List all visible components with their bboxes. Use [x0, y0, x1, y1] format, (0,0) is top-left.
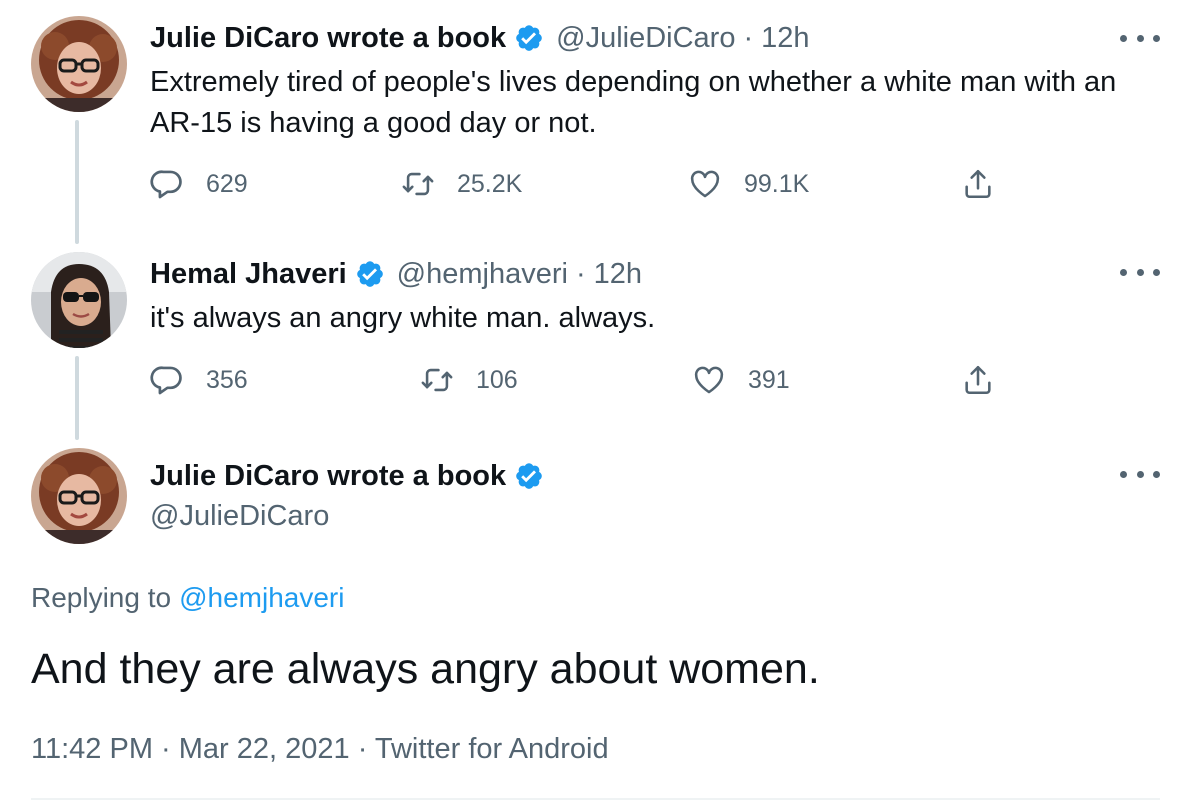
display-name[interactable]: Julie DiCaro wrote a book [150, 460, 506, 493]
tweet-text: Extremely tired of people's lives depend… [150, 66, 1117, 139]
reply-icon [150, 366, 182, 395]
avatar-julie[interactable] [31, 16, 127, 112]
retweet-button[interactable]: 25.2K [401, 167, 522, 201]
replying-label: Replying to [31, 582, 172, 613]
thread-line [75, 120, 79, 244]
verified-badge-icon [514, 461, 544, 491]
thread-line [75, 356, 79, 440]
separator: · [743, 21, 754, 54]
timestamp[interactable]: 12h [761, 22, 809, 55]
share-button[interactable] [961, 363, 995, 397]
heart-icon [690, 170, 720, 198]
retweet-count: 25.2K [457, 169, 523, 198]
more-icon[interactable] [1120, 266, 1160, 278]
retweet-count: 106 [476, 365, 518, 394]
tweet-header: Julie DiCaro wrote a book @JulieDiCaro ·… [150, 20, 810, 56]
display-name[interactable]: Julie DiCaro wrote a book [150, 22, 506, 55]
handle[interactable]: @JulieDiCaro [556, 22, 735, 55]
verified-badge-icon [514, 23, 544, 53]
avatar-hemal[interactable] [31, 252, 127, 348]
share-icon [965, 169, 991, 199]
main-tweet-text: And they are always angry about women. [31, 645, 820, 693]
avatar-julie[interactable] [31, 448, 127, 544]
verified-badge-icon [355, 259, 385, 289]
replying-handle-link[interactable]: @hemjhaveri [179, 582, 344, 614]
like-button[interactable]: 99.1K [688, 167, 809, 201]
retweet-button[interactable]: 106 [420, 363, 518, 397]
retweet-icon [402, 172, 434, 196]
main-tweet-handle-row: @JulieDiCaro [150, 498, 329, 534]
timestamp[interactable]: 12h [594, 258, 642, 291]
handle[interactable]: @hemjhaveri [397, 258, 568, 291]
reply-count: 356 [206, 365, 248, 394]
tweet-text: it's always an angry white man. always. [150, 302, 656, 334]
main-tweet-header: Julie DiCaro wrote a book [150, 458, 544, 494]
display-name[interactable]: Hemal Jhaveri [150, 258, 347, 291]
main-tweet-timestamp[interactable]: 11:42 PM · Mar 22, 2021 · Twitter for An… [31, 730, 609, 768]
heart-icon [694, 366, 724, 394]
replying-to: Replying to @hemjhaveri [31, 580, 344, 616]
like-button[interactable]: 391 [692, 363, 790, 397]
more-icon[interactable] [1120, 32, 1160, 44]
like-count: 391 [748, 365, 790, 394]
tweet-header: Hemal Jhaveri @hemjhaveri · 12h [150, 256, 642, 292]
reply-button[interactable]: 356 [150, 363, 248, 397]
more-icon[interactable] [1120, 468, 1160, 480]
reply-button[interactable]: 629 [150, 167, 248, 201]
separator: · [575, 257, 586, 290]
like-count: 99.1K [744, 169, 810, 198]
retweet-icon [421, 368, 453, 392]
share-icon [965, 365, 991, 395]
share-button[interactable] [961, 167, 995, 201]
reply-count: 629 [206, 169, 248, 198]
reply-icon [150, 170, 182, 199]
divider [31, 798, 1160, 800]
handle[interactable]: @JulieDiCaro [150, 500, 329, 533]
